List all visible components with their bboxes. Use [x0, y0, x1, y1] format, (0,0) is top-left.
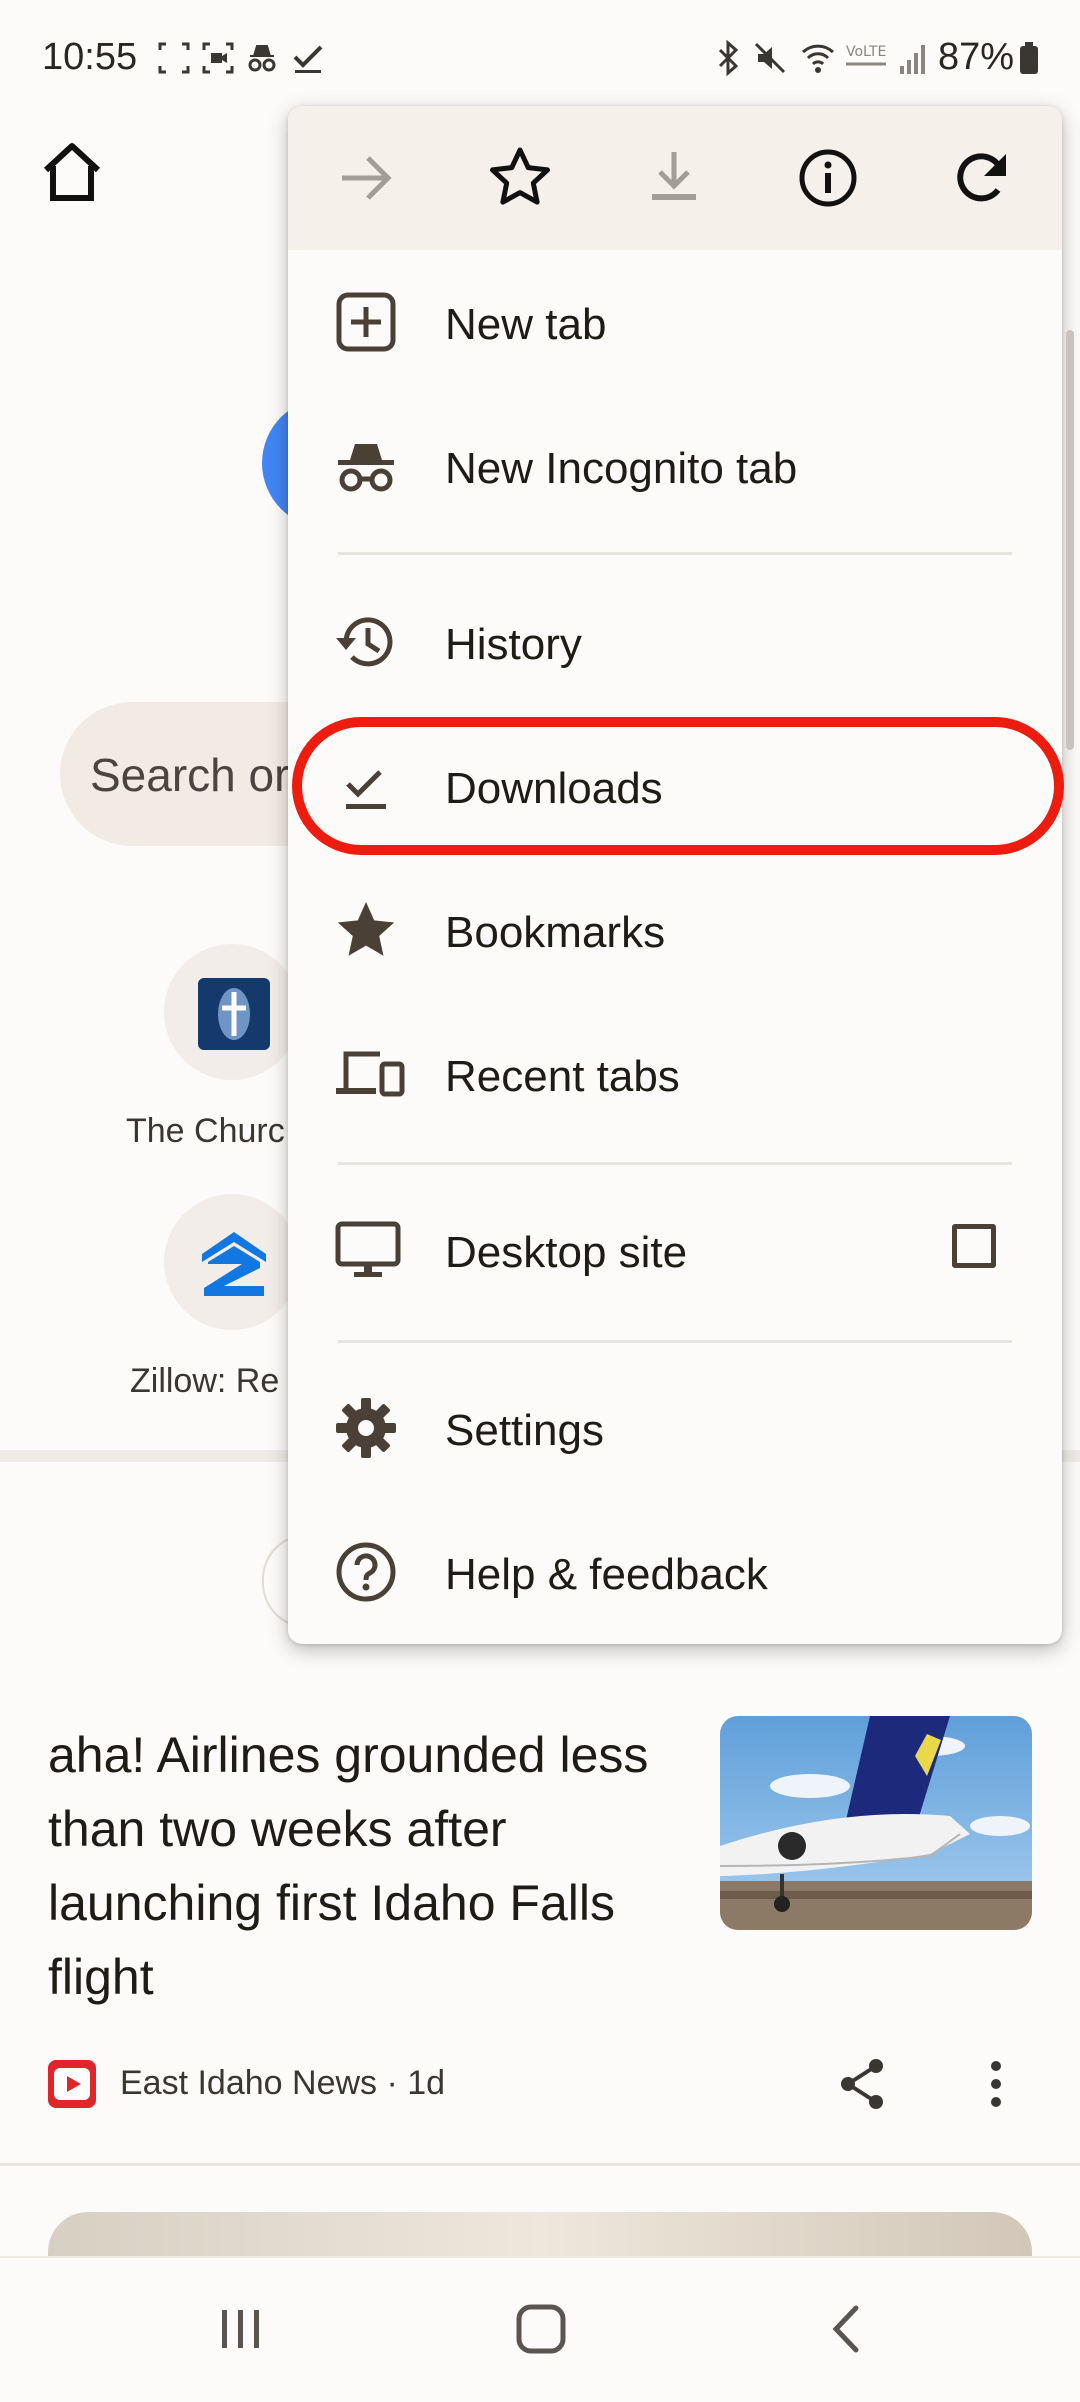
- menu-divider: [338, 1162, 1012, 1165]
- card-divider: [0, 2163, 1080, 2166]
- menu-item-settings[interactable]: Settings: [288, 1356, 1062, 1500]
- overflow-menu: New tab New Incognito tab History Downlo…: [288, 106, 1062, 1644]
- shortcut-zillow[interactable]: [164, 1194, 300, 1330]
- screen-record-icon: [202, 42, 234, 74]
- shortcut-zillow-label: Zillow: Re: [130, 1362, 280, 1400]
- menu-divider: [338, 552, 1012, 555]
- screenshot-icon: [158, 42, 190, 74]
- menu-divider: [338, 1340, 1012, 1343]
- menu-label-bookmarks: Bookmarks: [445, 908, 666, 957]
- devices-icon: [336, 1051, 405, 1097]
- menu-item-new-tab[interactable]: New tab: [288, 250, 1062, 394]
- share-icon[interactable]: [832, 2054, 892, 2114]
- bluetooth-icon: [718, 40, 739, 76]
- menu-label-settings: Settings: [445, 1406, 604, 1455]
- more-vert-icon[interactable]: [984, 2054, 1008, 2114]
- menu-item-history[interactable]: History: [288, 570, 1062, 714]
- back-icon[interactable]: [822, 2302, 872, 2356]
- battery-icon: [1020, 42, 1038, 74]
- menu-label-new-incognito-tab: New Incognito tab: [445, 444, 798, 493]
- home-nav-icon[interactable]: [514, 2302, 568, 2356]
- airplane-image: [720, 1716, 1032, 1930]
- news-source-logo: [48, 2060, 96, 2108]
- menu-item-new-incognito-tab[interactable]: New Incognito tab: [288, 394, 1062, 538]
- mute-icon: [754, 42, 786, 74]
- zillow-logo-icon: [202, 1232, 266, 1296]
- desktop-site-checkbox[interactable]: [952, 1224, 996, 1268]
- menu-label-desktop-site: Desktop site: [445, 1228, 688, 1277]
- info-icon[interactable]: [794, 144, 862, 212]
- check-status-icon: [293, 45, 323, 73]
- news-source: East Idaho News · 1d: [120, 2064, 446, 2102]
- star-icon: [337, 902, 395, 956]
- church-logo-icon: [198, 978, 270, 1050]
- new-tab-icon: [336, 292, 396, 352]
- menu-item-desktop-site[interactable]: Desktop site: [288, 1178, 1062, 1322]
- menu-item-help-feedback[interactable]: Help & feedback: [288, 1500, 1062, 1644]
- menu-label-help-feedback: Help & feedback: [445, 1550, 768, 1599]
- shortcut-church[interactable]: [164, 944, 300, 1080]
- help-icon: [336, 1542, 396, 1602]
- incognito-icon: [338, 444, 394, 492]
- recents-icon[interactable]: [216, 2304, 266, 2354]
- navigation-bar: [0, 2256, 1080, 2402]
- menu-scrollbar[interactable]: [1066, 330, 1074, 750]
- download-icon[interactable]: [640, 144, 708, 212]
- svg-text:VoLTE: VoLTE: [846, 44, 886, 60]
- menu-item-bookmarks[interactable]: Bookmarks: [288, 858, 1062, 1002]
- menu-label-recent-tabs: Recent tabs: [445, 1052, 680, 1101]
- play-logo-icon: [54, 2068, 90, 2100]
- incognito-status-icon: [248, 45, 276, 72]
- news-title[interactable]: aha! Airlines grounded less than two wee…: [48, 1718, 688, 2014]
- volte-icon: VoLTE: [846, 44, 886, 66]
- menu-item-recent-tabs[interactable]: Recent tabs: [288, 1002, 1062, 1146]
- home-icon[interactable]: [40, 140, 104, 204]
- history-icon: [336, 617, 393, 667]
- bookmark-star-icon[interactable]: [486, 144, 554, 212]
- gear-icon: [336, 1398, 396, 1458]
- battery-percent: 87%: [937, 36, 1014, 78]
- reload-icon[interactable]: [948, 144, 1016, 212]
- status-bar: 10:55 VoLTE 87%: [0, 0, 1080, 120]
- menu-label-history: History: [445, 620, 582, 669]
- search-placeholder: Search or: [90, 749, 290, 801]
- shortcut-church-label: The Churc: [126, 1112, 285, 1150]
- news-thumbnail[interactable]: [720, 1716, 1032, 1930]
- menu-toolbar: [288, 106, 1062, 250]
- status-time: 10:55: [42, 36, 138, 78]
- signal-icon: [900, 45, 925, 74]
- monitor-icon: [335, 1221, 401, 1277]
- wifi-icon: [801, 44, 835, 73]
- menu-label-new-tab: New tab: [445, 300, 607, 349]
- forward-icon[interactable]: [332, 144, 400, 212]
- downloads-highlight-annotation: [292, 717, 1064, 855]
